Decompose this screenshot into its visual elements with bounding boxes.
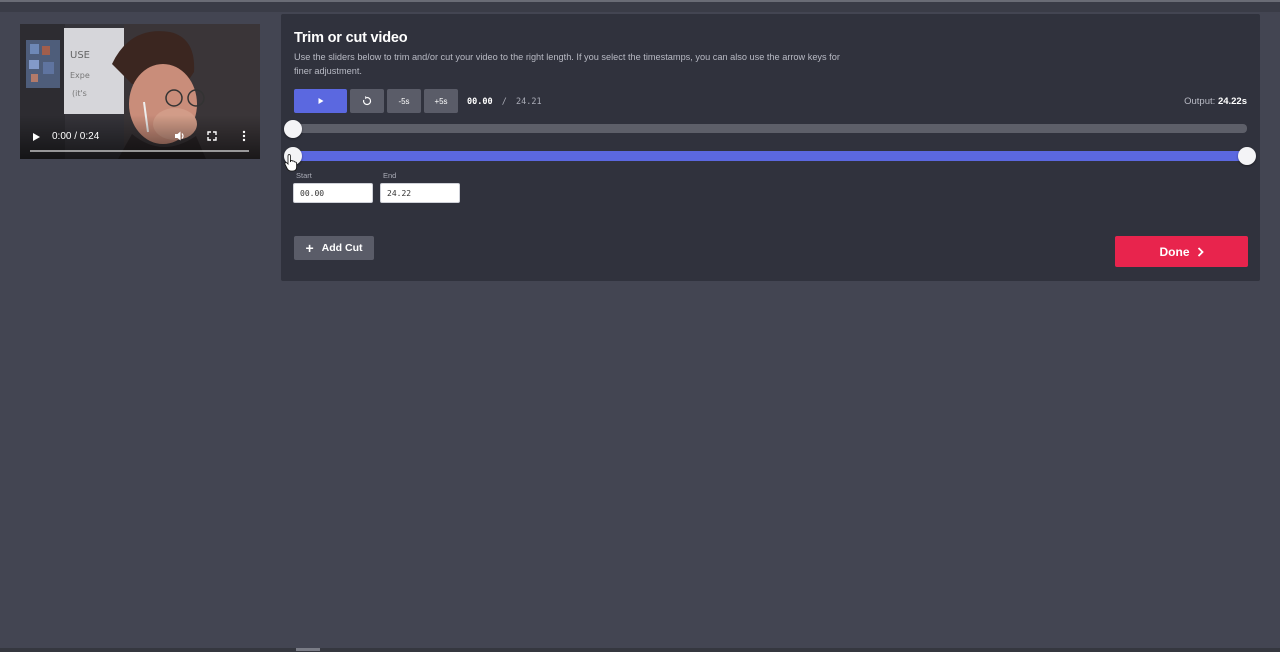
add-cut-label: Add Cut — [321, 242, 363, 254]
volume-icon[interactable] — [174, 130, 186, 142]
hand-cursor-icon — [284, 154, 297, 172]
total-time: 24.21 — [515, 97, 542, 107]
start-time-field[interactable] — [293, 183, 373, 203]
seek-track[interactable] — [294, 124, 1247, 133]
time-readout: 00.00 / 24.21 — [467, 97, 542, 107]
current-time: 00.00 — [467, 97, 493, 107]
play-button[interactable] — [294, 89, 347, 113]
trim-panel: Trim or cut video Use the sliders below … — [281, 14, 1260, 281]
start-label: Start — [296, 171, 312, 180]
more-options-icon[interactable] — [240, 130, 248, 142]
bottom-divider — [0, 648, 1280, 652]
video-progress-bar[interactable] — [30, 150, 249, 152]
forward-5s-button[interactable]: +5s — [424, 89, 458, 113]
video-time: 0:00 / 0:24 — [52, 131, 100, 142]
end-label: End — [383, 171, 397, 180]
play-icon — [318, 98, 323, 104]
output-value: 24.22s — [1217, 96, 1247, 107]
panel-description: Use the sliders below to trim and/or cut… — [294, 52, 840, 76]
back-5s-button[interactable]: -5s — [387, 89, 421, 113]
svg-text:(it's: (it's — [72, 89, 87, 98]
top-strip — [0, 0, 1280, 12]
add-cut-button[interactable]: + Add Cut — [294, 236, 374, 260]
bottom-handle — [296, 648, 320, 651]
time-separator: / — [501, 97, 507, 107]
fullscreen-icon[interactable] — [206, 130, 218, 142]
restart-icon — [362, 96, 372, 106]
chevron-right-icon — [1197, 246, 1204, 257]
video-player[interactable]: USE Expe (it's 0:00 / 0:24 — [20, 24, 260, 159]
video-controls: 0:00 / 0:24 — [20, 115, 260, 159]
seek-handle[interactable] — [284, 120, 302, 138]
trim-range-track[interactable] — [294, 151, 1247, 161]
panel-title: Trim or cut video — [294, 30, 408, 46]
restart-button[interactable] — [350, 89, 384, 113]
output-label: Output: — [1184, 96, 1216, 107]
svg-text:USE: USE — [70, 50, 90, 61]
done-button[interactable]: Done — [1115, 236, 1248, 267]
svg-text:Expe: Expe — [70, 71, 90, 80]
trim-end-handle[interactable] — [1238, 147, 1256, 165]
play-icon[interactable] — [33, 133, 40, 141]
end-time-field[interactable] — [380, 183, 460, 203]
plus-icon: + — [305, 240, 314, 256]
done-label: Done — [1159, 244, 1190, 259]
output-duration: Output: 24.22s — [1184, 96, 1247, 107]
